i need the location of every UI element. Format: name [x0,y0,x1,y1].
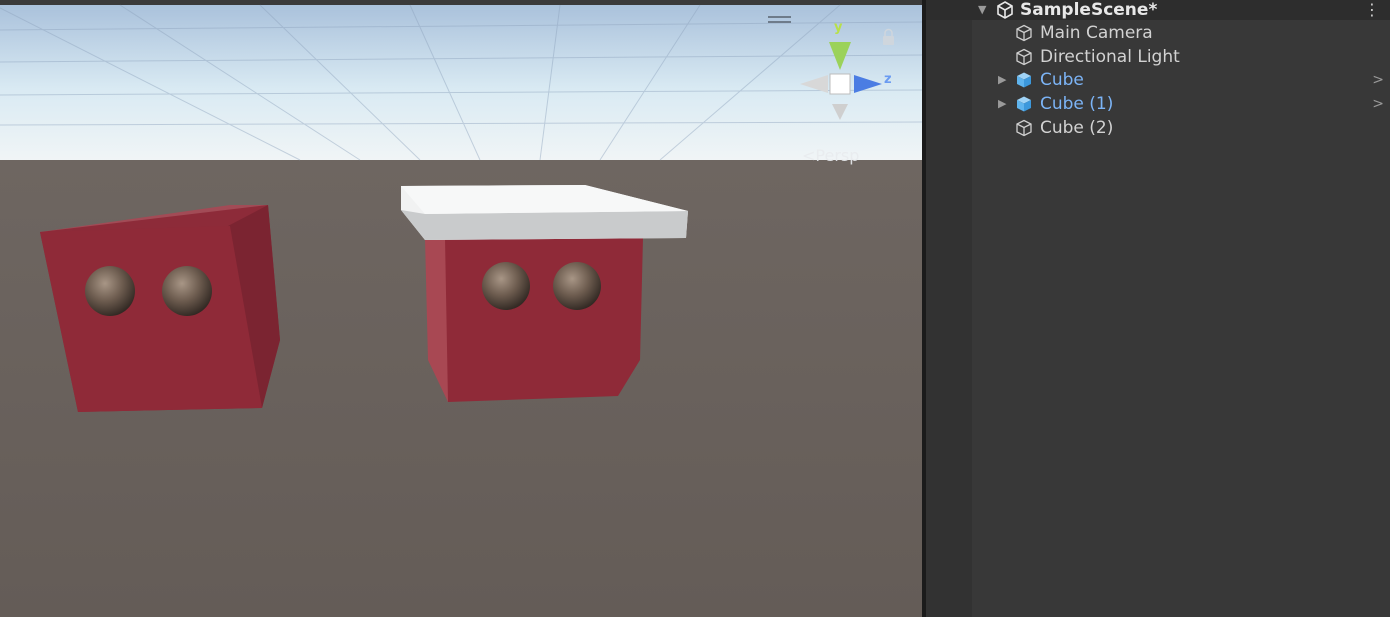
sphere-right-1[interactable] [482,262,530,310]
prefab-icon [1017,96,1031,112]
sphere-left-2[interactable] [162,266,212,316]
expand-right-icon[interactable]: ▶ [998,92,1006,116]
hierarchy-panel: ▼ SampleScene* ⋮ Main Camera Directional… [926,0,1390,617]
hierarchy-item-label: Cube [1040,70,1084,90]
expand-down-icon[interactable]: ▼ [978,0,986,20]
gameobject-icon [1016,48,1032,66]
chevron-right-icon[interactable]: > [1372,92,1384,116]
hierarchy-item-cube-2[interactable]: Cube (2) [926,116,1390,140]
expand-right-icon[interactable]: ▶ [998,68,1006,92]
kebab-menu-icon[interactable]: ⋮ [1364,0,1380,20]
hierarchy-item-label: Main Camera [1040,23,1153,43]
sphere-left-1[interactable] [85,266,135,316]
scene-viewport[interactable] [0,0,922,617]
unity-scene-icon [997,1,1013,19]
gameobject-icon [1016,119,1032,137]
chevron-right-icon[interactable]: > [1372,68,1384,92]
hierarchy-item-label: Cube (2) [1040,118,1114,138]
gizmo-z-label: z [884,72,892,87]
hierarchy-item-directional-light[interactable]: Directional Light [926,45,1390,69]
sphere-right-2[interactable] [553,262,601,310]
hierarchy-item-cube[interactable]: ▶ Cube > [926,68,1390,92]
cube-left[interactable] [40,205,280,412]
cube-right[interactable] [425,238,643,402]
scene-header-row[interactable]: ▼ SampleScene* ⋮ [926,0,1390,20]
gameobject-icon [1016,24,1032,42]
hierarchy-item-label: Directional Light [1040,47,1180,67]
prefab-icon [1017,72,1031,88]
scene-name: SampleScene* [1020,0,1158,20]
sky [0,0,922,162]
hierarchy-item-label: Cube (1) [1040,94,1114,114]
gizmo-y-label: y [834,20,843,35]
top-toolbar-strip [0,0,922,5]
hierarchy-item-cube-1[interactable]: ▶ Cube (1) > [926,92,1390,116]
hierarchy-item-main-camera[interactable]: Main Camera [926,21,1390,45]
projection-toggle[interactable]: <Persp [802,146,859,165]
scene-view[interactable]: y z <Persp [0,0,922,617]
